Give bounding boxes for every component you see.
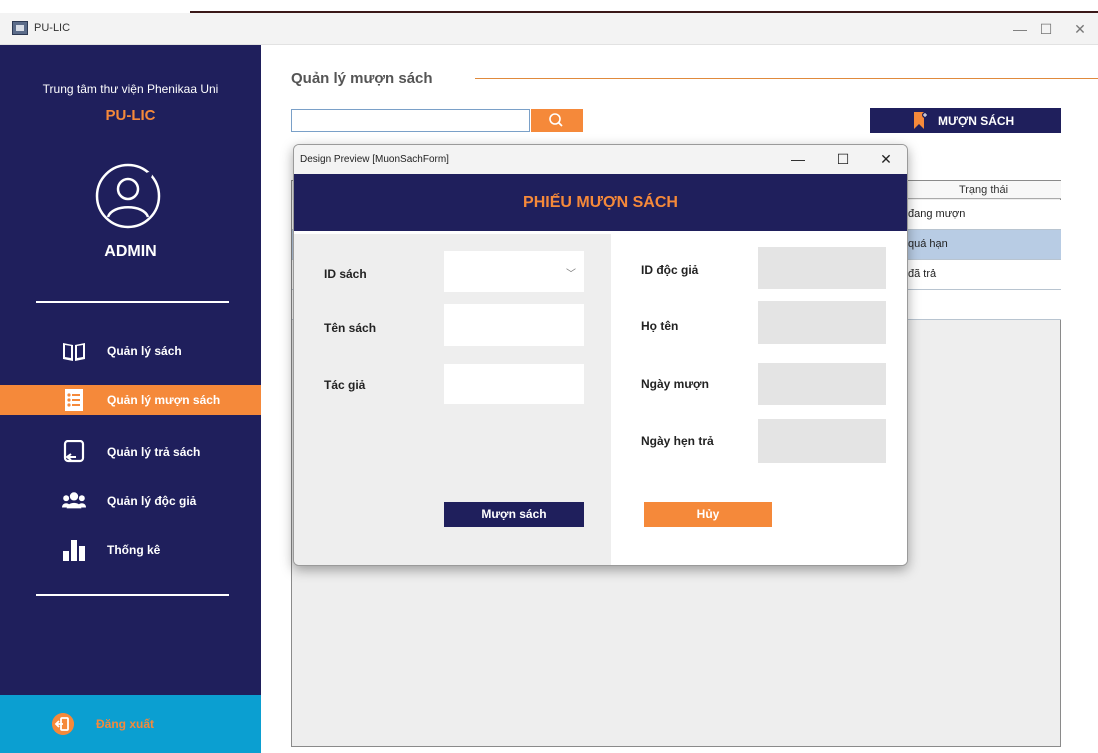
return-icon — [63, 440, 85, 463]
dialog-minimize-button[interactable]: — — [787, 149, 809, 169]
logout-label: Đăng xuất — [96, 717, 155, 731]
sidebar-item-label: Thống kê — [107, 543, 161, 557]
reader-id-field[interactable] — [758, 247, 886, 289]
book-id-combobox[interactable]: ﹀ — [444, 251, 584, 292]
confirm-borrow-button[interactable]: Mượn sách — [444, 502, 584, 527]
book-title-label: Tên sách — [324, 321, 377, 335]
sidebar: Trung tâm thư viện Phenikaa Uni PU-LIC A… — [0, 45, 261, 753]
bookmark-add-icon — [914, 112, 928, 129]
page-title: Quản lý mượn sách — [291, 70, 433, 87]
close-button[interactable]: ✕ — [1069, 19, 1091, 39]
search-input[interactable] — [291, 109, 530, 132]
logout-icon — [52, 713, 74, 735]
user-avatar-icon — [95, 163, 161, 229]
author-field[interactable] — [444, 364, 584, 404]
brand-name: PU-LIC — [105, 107, 156, 124]
sidebar-divider-top — [36, 301, 229, 303]
sidebar-item-label: Quản lý sách — [107, 344, 182, 358]
borrow-book-button[interactable]: MƯỢN SÁCH — [870, 108, 1061, 133]
sidebar-item-borrow-management[interactable]: Quản lý mượn sách — [0, 385, 261, 415]
top-strip — [0, 0, 1098, 13]
user-name: ADMIN — [104, 243, 157, 260]
borrow-form-dialog: Design Preview [MuonSachForm] — ☐ ✕ PHIẾ… — [293, 144, 908, 566]
window-titlebar: PU-LIC — ☐ ✕ — [0, 13, 1098, 45]
sidebar-item-label: Quản lý mượn sách — [107, 393, 221, 407]
dialog-header: PHIẾU MƯỢN SÁCH — [294, 174, 907, 231]
due-date-field[interactable] — [758, 419, 886, 463]
book-id-label: ID sách — [324, 267, 367, 281]
borrow-date-label: Ngày mượn — [641, 377, 709, 391]
sidebar-item-statistics[interactable]: Thống kê — [0, 535, 261, 565]
window-title: PU-LIC — [34, 22, 71, 34]
title-rule — [475, 78, 1098, 79]
sidebar-divider-bottom — [36, 594, 229, 596]
dialog-maximize-button[interactable]: ☐ — [832, 149, 854, 169]
sidebar-item-label: Quản lý trả sách — [107, 445, 201, 459]
reader-fields-panel: ID độc giả Họ tên Ngày mượn Ngày hẹn trả… — [611, 234, 907, 565]
borrow-date-field[interactable] — [758, 363, 886, 405]
status-cell: đã trả — [908, 268, 937, 280]
dialog-title: Design Preview [MuonSachForm] — [300, 154, 449, 165]
book-icon — [63, 343, 85, 361]
logout-button[interactable]: Đăng xuất — [0, 695, 261, 753]
app-icon — [12, 21, 28, 35]
book-title-field[interactable] — [444, 304, 584, 346]
full-name-field[interactable] — [758, 301, 886, 344]
author-label: Tác giả — [324, 378, 366, 392]
bar-chart-icon — [63, 540, 85, 561]
users-icon — [62, 492, 86, 509]
checklist-icon — [65, 389, 83, 411]
dialog-close-button[interactable]: ✕ — [875, 149, 897, 169]
dialog-heading: PHIẾU MƯỢN SÁCH — [523, 194, 678, 211]
minimize-button[interactable]: — — [1009, 19, 1031, 39]
due-date-label: Ngày hẹn trả — [641, 434, 714, 448]
status-cell: quá hạn — [908, 238, 948, 250]
search-icon — [549, 113, 563, 127]
chevron-down-icon: ﹀ — [566, 269, 576, 280]
maximize-button[interactable]: ☐ — [1035, 19, 1057, 39]
sidebar-item-reader-management[interactable]: Quản lý độc giả — [0, 486, 261, 516]
book-fields-panel: ID sách ﹀ Tên sách Tác giả Mượn sách — [294, 234, 611, 565]
reader-id-label: ID độc giả — [641, 263, 699, 277]
library-subtitle: Trung tâm thư viện Phenikaa Uni — [42, 82, 219, 96]
dialog-titlebar: Design Preview [MuonSachForm] — ☐ ✕ — [294, 145, 907, 174]
search-button[interactable] — [531, 109, 583, 132]
status-cell: đang mượn — [908, 208, 966, 220]
full-name-label: Họ tên — [641, 319, 679, 333]
borrow-book-label: MƯỢN SÁCH — [938, 114, 1015, 128]
sidebar-item-label: Quản lý độc giả — [107, 494, 197, 508]
column-header-status[interactable]: Trạng thái — [906, 181, 1061, 199]
cancel-button[interactable]: Hủy — [644, 502, 772, 527]
sidebar-item-book-management[interactable]: Quản lý sách — [0, 336, 261, 366]
sidebar-item-return-management[interactable]: Quản lý trả sách — [0, 437, 261, 467]
